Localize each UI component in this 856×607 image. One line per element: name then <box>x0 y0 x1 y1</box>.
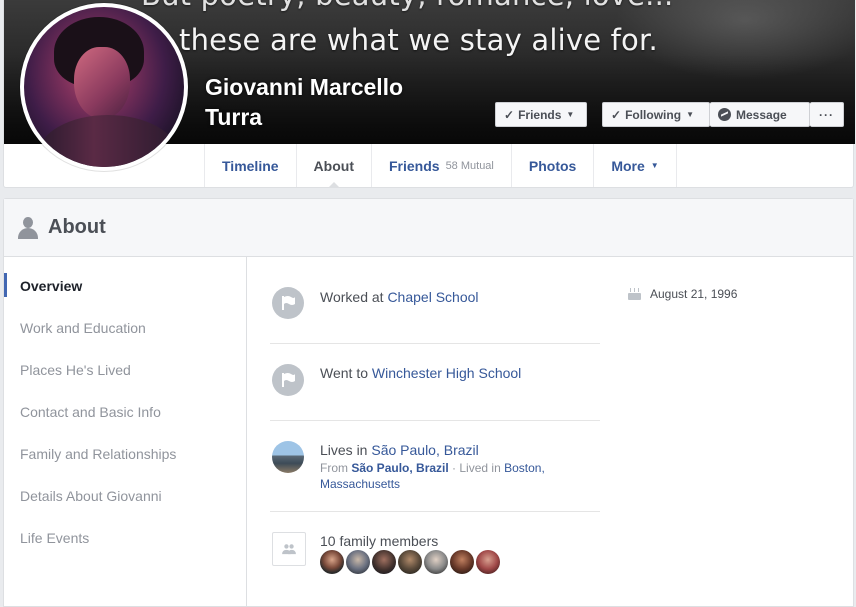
caret-down-icon: ▼ <box>566 110 575 119</box>
profile-name[interactable]: Giovanni Marcello Turra <box>205 72 435 132</box>
sidebar-item-details[interactable]: Details About Giovanni <box>4 475 246 517</box>
work-prefix: Worked at <box>320 289 384 305</box>
sidebar-item-contact-info[interactable]: Contact and Basic Info <box>4 391 246 433</box>
birthday-date: August 21, 1996 <box>650 287 738 301</box>
message-button[interactable]: Message <box>710 102 810 127</box>
more-options-button[interactable]: ··· <box>810 102 844 127</box>
tab-more[interactable]: More ▼ <box>594 144 677 187</box>
person-icon-body <box>18 227 38 239</box>
lives-row: Lives in São Paulo, Brazil From São Paul… <box>270 421 600 512</box>
check-icon: ✓ <box>611 107 622 122</box>
person-icon-head <box>23 216 33 228</box>
lives-text: Lives in São Paulo, Brazil <box>320 442 479 458</box>
family-member-avatar[interactable] <box>424 550 448 574</box>
family-member-avatar[interactable] <box>372 550 396 574</box>
family-member-avatar[interactable] <box>398 550 422 574</box>
tab-timeline-label: Timeline <box>222 157 279 174</box>
flag-icon <box>272 287 304 319</box>
family-member-avatar[interactable] <box>320 550 344 574</box>
messenger-icon <box>718 108 731 121</box>
cake-candle-middle <box>634 288 635 292</box>
family-member-avatar[interactable] <box>476 550 500 574</box>
education-prefix: Went to <box>320 365 368 381</box>
family-icon <box>272 532 306 566</box>
cover-quote-line-1: But poetry, beauty, romance, love... <box>141 0 673 12</box>
from-prefix: From <box>320 461 348 475</box>
about-sidebar: Overview Work and Education Places He's … <box>4 257 247 607</box>
work-row: Worked at Chapel School <box>270 257 600 344</box>
tab-photos[interactable]: Photos <box>512 144 595 187</box>
work-place-link[interactable]: Chapel School <box>387 289 478 305</box>
tab-about-label: About <box>313 157 354 174</box>
profile-header: But poetry, beauty, romance, love... the… <box>3 0 855 188</box>
following-button-label: Following <box>625 107 682 122</box>
family-row: 10 family members <box>270 512 600 596</box>
tab-more-label: More <box>611 157 645 174</box>
work-text: Worked at Chapel School <box>320 289 479 305</box>
cover-quote-line-2: these are what we stay alive for. <box>179 23 658 57</box>
profile-tabs: Timeline About Friends 58 Mutual Photos … <box>204 144 677 188</box>
sidebar-item-work-education[interactable]: Work and Education <box>4 307 246 349</box>
message-button-label: Message <box>736 107 787 122</box>
sidebar-item-life-events[interactable]: Life Events <box>4 517 246 559</box>
sidebar-item-overview[interactable]: Overview <box>4 265 246 307</box>
lives-place-link[interactable]: São Paulo, Brazil <box>371 442 478 458</box>
family-avatars <box>320 550 502 574</box>
friends-button-label: Friends <box>518 107 562 122</box>
place-thumbnail[interactable] <box>272 441 304 473</box>
about-title[interactable]: About <box>48 216 106 239</box>
avatar-face <box>74 47 130 119</box>
about-card: About Overview Work and Education Places… <box>3 198 854 607</box>
friends-button[interactable]: ✓ Friends ▼ <box>495 102 587 127</box>
education-text: Went to Winchester High School <box>320 365 521 381</box>
birthday-item: August 21, 1996 <box>628 287 737 301</box>
lives-prefix: Lives in <box>320 442 368 458</box>
tab-photos-label: Photos <box>528 157 577 174</box>
tab-timeline[interactable]: Timeline <box>205 144 297 187</box>
mutual-friends-count: 58 Mutual <box>445 159 494 172</box>
flag-icon <box>272 364 304 396</box>
sidebar-item-places-lived[interactable]: Places He's Lived <box>4 349 246 391</box>
tab-friends[interactable]: Friends 58 Mutual <box>372 144 512 187</box>
tab-friends-label: Friends <box>388 157 440 174</box>
avatar-body <box>38 115 178 167</box>
cake-base <box>628 293 641 300</box>
lived-prefix: · Lived in <box>452 461 501 475</box>
education-place-link[interactable]: Winchester High School <box>372 365 521 381</box>
overview-content: Worked at Chapel School Went to Winchest… <box>270 257 600 596</box>
caret-down-icon: ▼ <box>686 110 694 119</box>
person-icon <box>18 216 38 239</box>
caret-down-icon: ▼ <box>650 161 659 170</box>
profile-avatar[interactable] <box>20 3 188 171</box>
avatar-photo <box>24 7 184 167</box>
hometown-link[interactable]: São Paulo, Brazil <box>351 461 448 475</box>
sidebar-item-family[interactable]: Family and Relationships <box>4 433 246 475</box>
family-member-avatar[interactable] <box>346 550 370 574</box>
about-header: About <box>4 199 853 257</box>
following-button[interactable]: ✓ Following ▼ <box>602 102 710 127</box>
birthday-cake-icon <box>628 288 641 300</box>
check-icon: ✓ <box>504 107 515 122</box>
tab-about[interactable]: About <box>297 144 372 188</box>
family-text[interactable]: 10 family members <box>320 533 438 549</box>
family-member-avatar[interactable] <box>450 550 474 574</box>
hometown-line: From São Paulo, Brazil · Lived in Boston… <box>320 460 570 492</box>
education-row: Went to Winchester High School <box>270 344 600 421</box>
